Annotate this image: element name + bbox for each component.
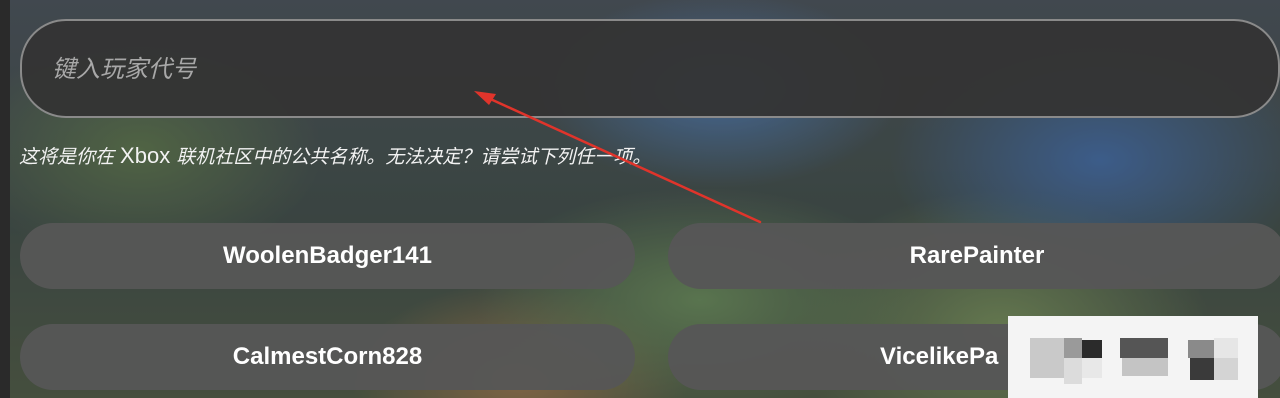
- suggestion-button[interactable]: RarePainter: [668, 223, 1280, 289]
- suggestion-label: WoolenBadger141: [223, 242, 432, 269]
- hint-text-after: 联机社区中的公共名称。无法决定？请尝试下列任一项。: [170, 146, 652, 168]
- suggestion-button[interactable]: CalmestCorn828: [20, 324, 635, 390]
- suggestion-button[interactable]: WoolenBadger141: [20, 223, 635, 289]
- suggestion-label: VicelikePa: [880, 343, 999, 370]
- gamertag-screen: 这将是你在 Xbox 联机社区中的公共名称。无法决定？请尝试下列任一项。 Woo…: [0, 0, 1280, 398]
- hint-text-before: 这将是你在: [19, 146, 121, 168]
- mosaic-watermark: [1008, 316, 1258, 398]
- suggestion-label: CalmestCorn828: [232, 343, 423, 370]
- hint-xbox-brand: Xbox: [120, 143, 171, 168]
- gamertag-hint-text: 这将是你在 Xbox 联机社区中的公共名称。无法决定？请尝试下列任一项。: [19, 142, 1019, 169]
- suggestion-label: RarePainter: [909, 242, 1045, 269]
- gamertag-input[interactable]: [20, 19, 1280, 118]
